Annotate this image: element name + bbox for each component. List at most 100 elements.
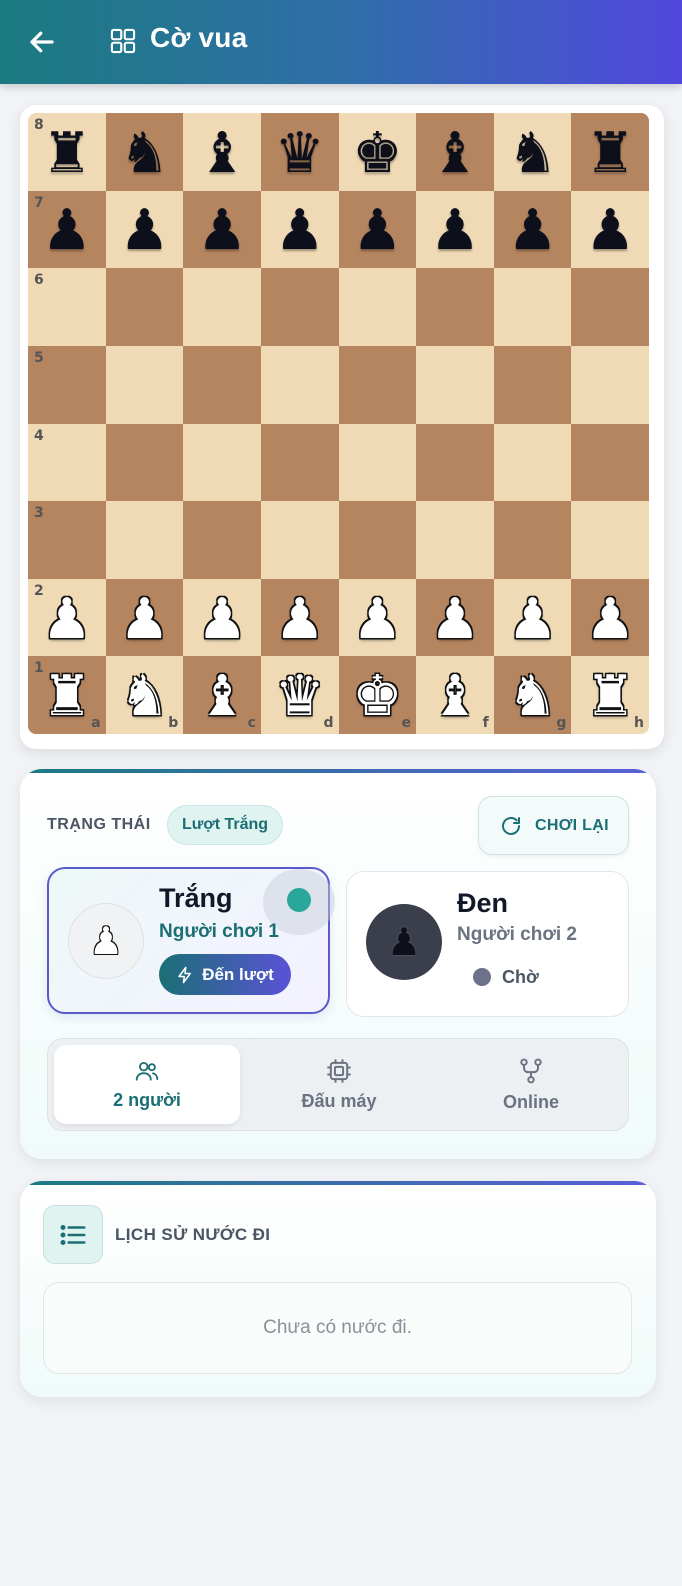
white-pawn-piece[interactable]: ♟ <box>507 591 557 648</box>
square-d6[interactable] <box>260 268 339 346</box>
square-b3[interactable] <box>105 501 184 579</box>
square-a4[interactable]: 4 <box>28 423 106 502</box>
white-knight-piece[interactable]: ♞ <box>119 669 169 725</box>
square-a6[interactable]: 6 <box>28 268 106 346</box>
square-h3[interactable] <box>571 501 649 579</box>
white-pawn-piece[interactable]: ♟ <box>197 591 247 648</box>
square-h4[interactable] <box>571 423 649 502</box>
square-h5[interactable] <box>571 345 649 424</box>
square-c6[interactable] <box>183 268 261 346</box>
black-pawn-piece[interactable]: ♟ <box>585 203 635 259</box>
square-b6[interactable] <box>105 268 184 346</box>
black-king-piece[interactable]: ♚ <box>352 125 402 182</box>
square-c7[interactable]: ♟ <box>183 190 261 269</box>
square-d3[interactable] <box>260 501 339 579</box>
square-c5[interactable] <box>183 345 261 424</box>
white-bishop-piece[interactable]: ♝ <box>430 669 480 725</box>
square-b1[interactable]: b ♞ <box>105 656 184 734</box>
square-g7[interactable]: ♟ <box>493 190 572 269</box>
square-h1[interactable]: h ♜ <box>571 656 649 734</box>
square-c3[interactable] <box>183 501 261 579</box>
black-pawn-piece[interactable]: ♟ <box>197 203 247 259</box>
square-e6[interactable] <box>338 268 417 346</box>
square-b5[interactable] <box>105 345 184 424</box>
white-queen-piece[interactable]: ♛ <box>275 669 325 725</box>
square-g8[interactable]: ♞ <box>493 113 572 191</box>
square-g5[interactable] <box>493 345 572 424</box>
square-d7[interactable]: ♟ <box>260 190 339 269</box>
black-bishop-piece[interactable]: ♝ <box>197 125 247 182</box>
square-g6[interactable] <box>493 268 572 346</box>
square-g2[interactable]: ♟ <box>493 578 572 657</box>
black-pawn-piece[interactable]: ♟ <box>275 203 325 259</box>
white-pawn-piece[interactable]: ♟ <box>275 591 325 648</box>
square-e4[interactable] <box>338 423 417 502</box>
white-pawn-piece[interactable]: ♟ <box>585 591 635 648</box>
black-queen-piece[interactable]: ♛ <box>275 125 325 182</box>
black-pawn-piece[interactable]: ♟ <box>430 203 480 259</box>
square-a5[interactable]: 5 <box>28 345 106 424</box>
black-knight-piece[interactable]: ♞ <box>507 125 557 182</box>
square-b4[interactable] <box>105 423 184 502</box>
black-bishop-piece[interactable]: ♝ <box>430 125 480 182</box>
square-a7[interactable]: 7 ♟ <box>28 190 106 269</box>
square-d5[interactable] <box>260 345 339 424</box>
tab-vs-computer[interactable]: Đấu máy <box>246 1045 432 1124</box>
square-f7[interactable]: ♟ <box>416 190 494 269</box>
square-c1[interactable]: c ♝ <box>183 656 261 734</box>
black-pawn-piece[interactable]: ♟ <box>352 203 402 259</box>
white-rook-piece[interactable]: ♜ <box>42 669 92 725</box>
square-f6[interactable] <box>416 268 494 346</box>
back-button[interactable] <box>22 22 62 62</box>
square-f4[interactable] <box>416 423 494 502</box>
square-b2[interactable]: ♟ <box>105 578 184 657</box>
square-f8[interactable]: ♝ <box>416 113 494 191</box>
white-pawn-piece[interactable]: ♟ <box>430 591 480 648</box>
square-f3[interactable] <box>416 501 494 579</box>
tab-two-player[interactable]: 2 người <box>54 1045 240 1124</box>
square-b7[interactable]: ♟ <box>105 190 184 269</box>
white-knight-piece[interactable]: ♞ <box>507 669 557 725</box>
square-e2[interactable]: ♟ <box>338 578 417 657</box>
square-d8[interactable]: ♛ <box>260 113 339 191</box>
square-g3[interactable] <box>493 501 572 579</box>
black-pawn-piece[interactable]: ♟ <box>119 203 169 259</box>
white-pawn-piece[interactable]: ♟ <box>42 591 92 648</box>
square-h7[interactable]: ♟ <box>571 190 649 269</box>
square-h2[interactable]: ♟ <box>571 578 649 657</box>
square-e7[interactable]: ♟ <box>338 190 417 269</box>
square-a8[interactable]: 8 ♜ <box>28 113 106 191</box>
square-d1[interactable]: d ♛ <box>260 656 339 734</box>
square-e8[interactable]: ♚ <box>338 113 417 191</box>
square-f1[interactable]: f ♝ <box>416 656 494 734</box>
white-pawn-piece[interactable]: ♟ <box>119 591 169 648</box>
square-c2[interactable]: ♟ <box>183 578 261 657</box>
square-a3[interactable]: 3 <box>28 501 106 579</box>
square-g1[interactable]: g ♞ <box>493 656 572 734</box>
white-king-piece[interactable]: ♚ <box>352 669 402 725</box>
white-pawn-piece[interactable]: ♟ <box>352 591 402 648</box>
square-d4[interactable] <box>260 423 339 502</box>
square-h8[interactable]: ♜ <box>571 113 649 191</box>
black-knight-piece[interactable]: ♞ <box>119 125 169 182</box>
black-pawn-piece[interactable]: ♟ <box>42 203 92 259</box>
chess-board[interactable]: 8 ♜ ♞ ♝ ♛ ♚ ♝ ♞ ♜ 7 ♟ ♟ ♟ ♟ ♟ ♟ ♟ ♟ 6 5 4 3 2 ♟ ♟ ♟ ♟ ♟ ♟ ♟ ♟ 1 a ♜ b ♞ c ♝ d ♛… <box>28 113 649 734</box>
white-rook-piece[interactable]: ♜ <box>585 669 635 725</box>
replay-button[interactable]: CHƠI LẠI <box>478 796 629 855</box>
square-c8[interactable]: ♝ <box>183 113 261 191</box>
square-b8[interactable]: ♞ <box>105 113 184 191</box>
square-e1[interactable]: e ♚ <box>338 656 417 734</box>
square-c4[interactable] <box>183 423 261 502</box>
square-a2[interactable]: 2 ♟ <box>28 578 106 657</box>
square-f5[interactable] <box>416 345 494 424</box>
square-a1[interactable]: 1 a ♜ <box>28 656 106 734</box>
square-h6[interactable] <box>571 268 649 346</box>
black-rook-piece[interactable]: ♜ <box>42 125 92 182</box>
square-d2[interactable]: ♟ <box>260 578 339 657</box>
white-bishop-piece[interactable]: ♝ <box>197 669 247 725</box>
square-g4[interactable] <box>493 423 572 502</box>
black-pawn-piece[interactable]: ♟ <box>507 203 557 259</box>
tab-online[interactable]: Online <box>438 1045 624 1124</box>
square-e5[interactable] <box>338 345 417 424</box>
black-rook-piece[interactable]: ♜ <box>585 125 635 182</box>
